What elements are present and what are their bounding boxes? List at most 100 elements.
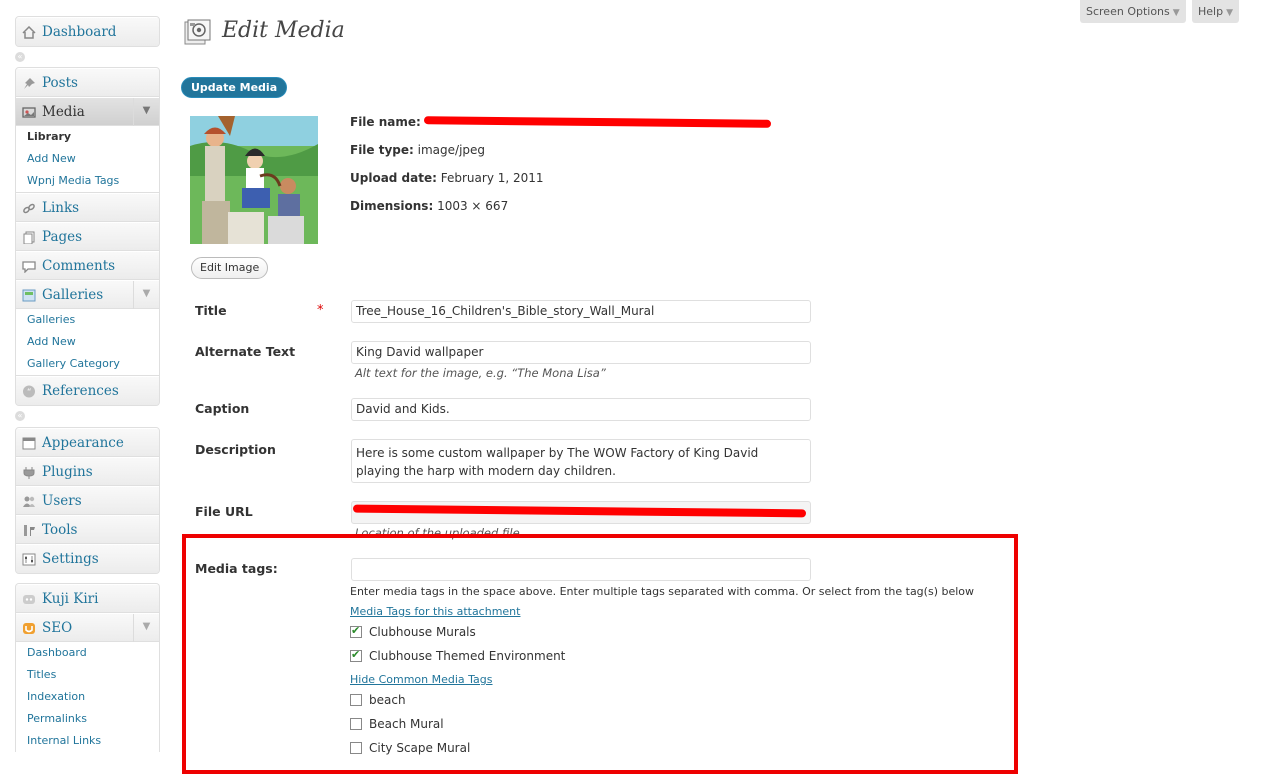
expand-toggle-icon[interactable]: ▼: [133, 98, 159, 126]
sidebar-item-label: Settings: [42, 551, 99, 567]
dimensions-value: 1003 × 667: [437, 199, 509, 213]
collapse-separator-icon[interactable]: «: [15, 411, 25, 421]
gallery-icon: [22, 289, 36, 302]
upload-date-row: Upload date: February 1, 2011: [350, 171, 544, 185]
tag-label: beach: [369, 693, 406, 707]
sidebar-item-kuji-kiri[interactable]: Kuji Kiri: [16, 584, 159, 613]
submenu-item-galleries[interactable]: Galleries: [16, 309, 159, 331]
submenu-item-seo-dashboard[interactable]: Dashboard: [16, 642, 159, 664]
title-label: Title: [195, 303, 227, 318]
sidebar-item-settings[interactable]: Settings: [16, 544, 159, 573]
checkbox-checked[interactable]: [350, 624, 362, 638]
checkbox-unchecked[interactable]: [350, 718, 362, 730]
sidebar-item-posts[interactable]: Posts: [16, 68, 159, 97]
pushpin-icon: [24, 78, 35, 89]
submenu-item-gallery-category[interactable]: Gallery Category: [16, 353, 159, 375]
tag-checkbox-row[interactable]: Beach Mural: [350, 717, 444, 731]
caption-label: Caption: [195, 401, 250, 416]
sidebar-item-label: SEO: [42, 620, 73, 636]
seo-icon: [23, 623, 35, 634]
collapse-separator-icon[interactable]: «: [15, 52, 25, 62]
sidebar-item-references[interactable]: “ References: [16, 376, 159, 405]
title-input[interactable]: Tree_House_16_Children's_Bible_story_Wal…: [351, 300, 811, 323]
tag-checkbox-row[interactable]: Clubhouse Themed Environment: [350, 648, 566, 663]
checkbox-unchecked[interactable]: [350, 742, 362, 754]
required-marker: *: [317, 303, 324, 318]
tag-label: Clubhouse Themed Environment: [369, 649, 566, 663]
sidebar-item-users[interactable]: Users: [16, 486, 159, 515]
caption-input[interactable]: David and Kids.: [351, 398, 811, 421]
sidebar-item-plugins[interactable]: Plugins: [16, 457, 159, 486]
update-media-button[interactable]: Update Media: [181, 77, 288, 98]
media-submenu: Library Add New Wpnj Media Tags: [16, 126, 159, 193]
expand-toggle-icon[interactable]: ▼: [133, 281, 159, 309]
submenu-item-media-tags[interactable]: Wpnj Media Tags: [16, 170, 159, 192]
plug-icon: [23, 467, 35, 479]
checkbox-unchecked[interactable]: [350, 694, 362, 706]
sidebar-item-tools[interactable]: Tools: [16, 515, 159, 544]
media-tags-input[interactable]: [351, 558, 811, 581]
submenu-item-add-new[interactable]: Add New: [16, 331, 159, 353]
tag-checkbox-row[interactable]: beach: [350, 693, 406, 707]
seo-submenu: Dashboard Titles Indexation Permalinks I…: [16, 642, 159, 752]
submenu-item-titles[interactable]: Titles: [16, 664, 159, 686]
link-icon: [23, 203, 35, 214]
upload-date-value: February 1, 2011: [440, 171, 544, 185]
tag-checkbox-row[interactable]: Clubhouse Murals: [350, 624, 476, 639]
help-label: Help: [1198, 5, 1224, 18]
checkbox-checked[interactable]: [350, 648, 362, 662]
kuji-kiri-icon: [23, 595, 35, 604]
alt-text-input[interactable]: King David wallpaper: [351, 341, 811, 364]
submenu-item-permalinks[interactable]: Permalinks: [16, 708, 159, 730]
attachment-tags-link[interactable]: Media Tags for this attachment: [350, 605, 520, 618]
sidebar-item-appearance[interactable]: Appearance: [16, 428, 159, 457]
description-textarea[interactable]: Here is some custom wallpaper by The WOW…: [351, 439, 811, 483]
tag-label: Beach Mural: [369, 717, 444, 731]
sidebar-item-label: Comments: [42, 258, 116, 274]
tag-checkbox-row[interactable]: City Scape Mural: [350, 741, 470, 755]
sidebar-item-label: Tools: [42, 522, 78, 538]
sidebar-item-comments[interactable]: Comments: [16, 251, 159, 280]
sidebar-item-media[interactable]: Media ▼: [16, 97, 159, 126]
screen-options-button[interactable]: Screen Options ▼: [1080, 0, 1186, 23]
dimensions-row: Dimensions: 1003 × 667: [350, 199, 508, 213]
submenu-item-indexation[interactable]: Indexation: [16, 686, 159, 708]
appearance-icon: [22, 437, 36, 450]
expand-toggle-icon[interactable]: ▼: [133, 614, 159, 642]
alt-text-label: Alternate Text: [195, 344, 296, 359]
caret-down-icon: ▼: [1172, 8, 1180, 18]
submenu-item-library[interactable]: Library: [16, 126, 159, 148]
sidebar-item-label: References: [42, 383, 119, 399]
tag-label: Clubhouse Murals: [369, 625, 476, 639]
description-label: Description: [195, 442, 276, 457]
sidebar-item-label: Appearance: [42, 435, 124, 451]
sidebar-item-label: Dashboard: [42, 24, 117, 40]
edit-image-button[interactable]: Edit Image: [191, 257, 269, 279]
tag-label: City Scape Mural: [369, 741, 471, 755]
comment-bubble-icon: [22, 261, 36, 273]
sidebar-item-links[interactable]: Links: [16, 193, 159, 222]
help-button[interactable]: Help ▼: [1192, 0, 1239, 23]
pages-icon: [23, 231, 35, 244]
screen-options-label: Screen Options: [1086, 5, 1170, 18]
sidebar-item-pages[interactable]: Pages: [16, 222, 159, 251]
media-page-icon: [184, 19, 211, 45]
sidebar-item-galleries[interactable]: Galleries ▼: [16, 280, 159, 309]
submenu-item-add-new[interactable]: Add New: [16, 148, 159, 170]
media-icon: [22, 107, 36, 118]
sidebar-item-dashboard[interactable]: Dashboard: [16, 17, 159, 46]
quote-icon: “: [23, 385, 35, 398]
sidebar-item-label: Kuji Kiri: [42, 591, 99, 607]
sidebar-item-label: Posts: [42, 75, 78, 91]
dimensions-label: Dimensions:: [350, 199, 434, 213]
caret-down-icon: ▼: [1226, 8, 1233, 18]
menu-group-admin: Appearance Plugins Users Tools Settings: [15, 427, 160, 574]
tools-icon: [24, 525, 35, 536]
sidebar-item-label: Pages: [42, 229, 83, 245]
submenu-item-internal-links[interactable]: Internal Links: [16, 730, 159, 752]
sidebar-item-label: Links: [42, 200, 80, 216]
svg-text:“: “: [27, 387, 32, 398]
hide-common-tags-link[interactable]: Hide Common Media Tags: [350, 673, 493, 686]
sidebar-item-seo[interactable]: SEO ▼: [16, 613, 159, 642]
menu-group-plugins: Kuji Kiri SEO ▼ Dashboard Titles Indexat…: [15, 583, 160, 752]
